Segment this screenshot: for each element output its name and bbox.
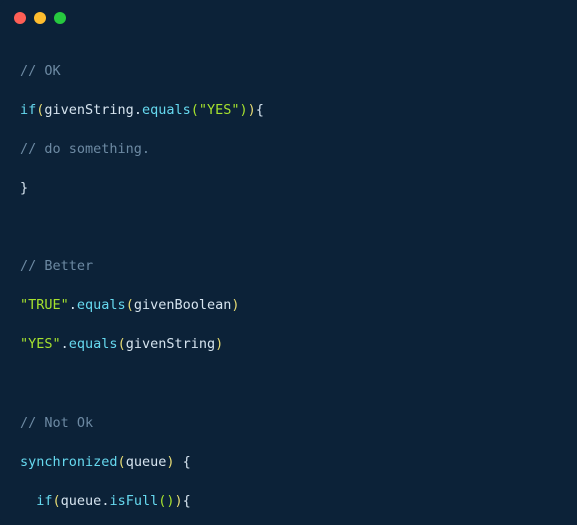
code-line: if(queue.isFull()){ (20, 492, 557, 512)
code-line: // do something. (20, 140, 557, 160)
brace-open: { (183, 454, 191, 470)
code-line: "YES".equals(givenString) (20, 335, 557, 355)
minimize-icon[interactable] (34, 12, 46, 24)
identifier: queue (126, 454, 167, 470)
blank-line (20, 375, 557, 395)
paren-close: ) (175, 493, 183, 509)
keyword-if: if (20, 102, 36, 118)
code-line: // OK (20, 62, 557, 82)
paren-open: ( (53, 493, 61, 509)
indent (20, 493, 36, 509)
code-line: // Not Ok (20, 414, 557, 434)
string-literal: "YES" (20, 336, 61, 352)
paren-close: ) (248, 102, 256, 118)
identifier: givenString (126, 336, 215, 352)
method-name: equals (77, 297, 126, 313)
comment-text: // do something. (20, 141, 150, 157)
code-line: synchronized(queue) { (20, 453, 557, 473)
identifier: givenBoolean (134, 297, 232, 313)
space (174, 454, 182, 470)
comment-text: // Better (20, 258, 93, 274)
code-line: // Better (20, 257, 557, 277)
dot: . (61, 336, 69, 352)
identifier: givenString (44, 102, 133, 118)
paren-close: ) (215, 336, 223, 352)
identifier: queue (61, 493, 102, 509)
string-literal: "YES" (199, 102, 240, 118)
keyword-synchronized: synchronized (20, 454, 118, 470)
code-line: } (20, 179, 557, 199)
method-name: isFull (109, 493, 158, 509)
comment-text: // Not Ok (20, 415, 93, 431)
paren-close: ) (240, 102, 248, 118)
brace-open: { (256, 102, 264, 118)
comment-text: // OK (20, 63, 61, 79)
code-area: // OK if(givenString.equals("YES")){ // … (0, 36, 577, 525)
code-line: "TRUE".equals(givenBoolean) (20, 296, 557, 316)
method-name: equals (69, 336, 118, 352)
method-name: equals (142, 102, 191, 118)
dot: . (69, 297, 77, 313)
maximize-icon[interactable] (54, 12, 66, 24)
code-line: if(givenString.equals("YES")){ (20, 101, 557, 121)
paren-open: ( (118, 454, 126, 470)
keyword-if: if (36, 493, 52, 509)
brace-close: } (20, 180, 28, 196)
brace-open: { (183, 493, 191, 509)
paren-open: ( (118, 336, 126, 352)
blank-line (20, 218, 557, 238)
dot: . (134, 102, 142, 118)
titlebar (0, 0, 577, 36)
string-literal: "TRUE" (20, 297, 69, 313)
terminal-window: // OK if(givenString.equals("YES")){ // … (0, 0, 577, 525)
paren-close: ) (231, 297, 239, 313)
close-icon[interactable] (14, 12, 26, 24)
paren-open: ( (191, 102, 199, 118)
paren-open: ( (126, 297, 134, 313)
paren-close: ) (166, 493, 174, 509)
